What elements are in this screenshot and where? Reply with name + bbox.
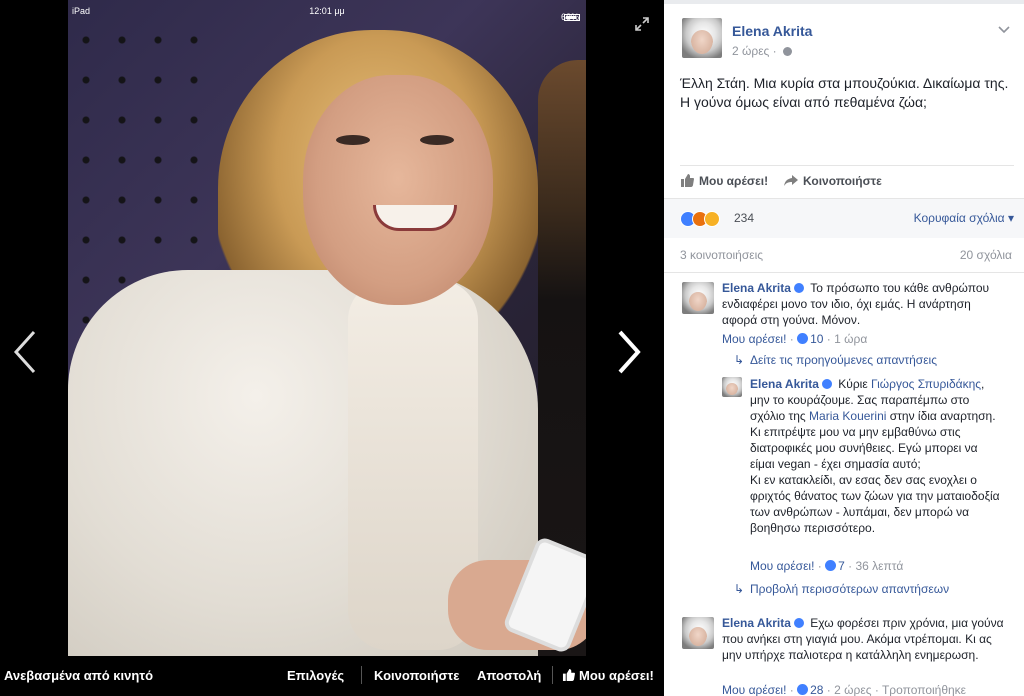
more-replies-label: Προβολή περισσότερων απαντήσεων	[750, 582, 950, 596]
verified-badge-icon	[821, 379, 832, 389]
divider	[552, 666, 553, 684]
comment-meta: Μου αρέσει! · 10 · 1 ώρα	[722, 332, 868, 346]
reply-time[interactable]: 36 λεπτά	[855, 559, 903, 573]
comment-sort-label: Κορυφαία σχόλια	[913, 211, 1005, 225]
ios-status-bar: iPad 12:01 μμ 68%	[68, 0, 586, 22]
divider	[361, 666, 362, 684]
comment-author[interactable]: Elena Akrita	[722, 281, 791, 295]
photo-viewer: iPad 12:01 μμ 68% Ανεβασμένα από κινητό …	[0, 0, 664, 696]
photo[interactable]	[68, 0, 586, 656]
reply-author[interactable]: Elena Akrita	[750, 377, 819, 391]
reactions-bar: 234 Κορυφαία σχόλια ▾	[664, 198, 1024, 238]
chevron-down-icon[interactable]	[998, 24, 1010, 36]
post-author[interactable]: Elena Akrita	[732, 23, 812, 39]
battery-icon	[564, 14, 580, 22]
divider	[664, 272, 1024, 273]
like-button[interactable]: Μου αρέσει!	[562, 668, 654, 683]
chevron-left-icon[interactable]	[10, 328, 40, 376]
mention-link[interactable]: Maria Kouerini	[809, 409, 886, 423]
comment-time[interactable]: 1 ώρα	[834, 332, 867, 346]
post-timestamp[interactable]: 2 ώρες ·	[732, 44, 793, 58]
panel-top-border	[664, 0, 1024, 4]
globe-icon	[783, 47, 793, 56]
comment-meta: Μου αρέσει! · 28 · 2 ώρες · Τροποποιήθηκ…	[722, 683, 967, 696]
send-button[interactable]: Αποστολή	[477, 668, 541, 683]
thumbs-up-icon	[825, 560, 837, 571]
ios-time: 12:01 μμ	[309, 6, 345, 16]
haha-reaction-icon[interactable]	[704, 211, 720, 227]
post-share-label: Κοινοποιήστε	[803, 174, 882, 188]
author-avatar[interactable]	[682, 18, 722, 58]
album-label[interactable]: Ανεβασμένα από κινητό	[4, 668, 153, 683]
comment-like-button[interactable]: Μου αρέσει!	[722, 683, 786, 696]
comment-avatar[interactable]	[682, 282, 714, 314]
thumbs-up-icon	[797, 333, 809, 344]
comment-like-count[interactable]: 28	[810, 683, 823, 696]
options-button[interactable]: Επιλογές	[287, 668, 344, 683]
post-share-button[interactable]: Κοινοποιήστε	[784, 174, 882, 188]
like-button-label: Μου αρέσει!	[579, 668, 654, 683]
reaction-count[interactable]: 234	[734, 211, 754, 225]
photo-eye-left	[336, 135, 370, 145]
expand-icon[interactable]	[634, 16, 650, 32]
reply-like-count[interactable]: 7	[838, 559, 845, 573]
divider	[680, 165, 1014, 166]
post-panel: Elena Akrita 2 ώρες · Έλλη Στάη. Μια κυρ…	[664, 0, 1024, 696]
thumbs-up-icon	[797, 684, 809, 695]
edited-label[interactable]: Τροποποιήθηκε	[882, 683, 966, 696]
reply-text: Κι εν κατακλείδι, αν εσας δεν σας ενοχλε…	[750, 473, 1000, 535]
photo-smile	[373, 205, 457, 231]
reply-prefix: Κύριε	[838, 377, 868, 391]
verified-badge-icon	[793, 283, 804, 293]
verified-badge-icon	[793, 618, 804, 628]
comment-sort-dropdown[interactable]: Κορυφαία σχόλια ▾	[914, 211, 1014, 225]
reply-meta: Μου αρέσει! · 7 · 36 λεπτά	[750, 559, 904, 573]
comment: Elena Akrita Το πρόσωπο του κάθε ανθρώπο…	[722, 280, 1007, 328]
post-text: Έλλη Στάη. Μια κυρία στα μπουζούκια. Δικ…	[680, 75, 1009, 110]
comment-count[interactable]: 20 σχόλια	[960, 248, 1012, 262]
photo-face	[303, 75, 493, 305]
comment: Elena Akrita Εχω φορέσει πριν χρόνια, μι…	[722, 615, 1007, 663]
reply: Elena Akrita Κύριε Γιώργος Σπυριδάκης, μ…	[750, 376, 1000, 536]
share-button[interactable]: Κοινοποιήστε	[374, 668, 459, 683]
post-like-button[interactable]: Μου αρέσει!	[680, 174, 768, 188]
more-replies-link[interactable]: ↳ Προβολή περισσότερων απαντήσεων	[734, 582, 949, 596]
comment-author[interactable]: Elena Akrita	[722, 616, 791, 630]
ios-battery: 68%	[561, 6, 580, 22]
reply-like-button[interactable]: Μου αρέσει!	[750, 559, 814, 573]
share-count[interactable]: 3 κοινοποιήσεις	[680, 248, 763, 262]
mention-link[interactable]: Γιώργος Σπυριδάκης	[871, 377, 981, 391]
reply-arrow-icon: ↳	[734, 582, 745, 596]
thumbs-up-icon	[681, 174, 694, 187]
previous-replies-link[interactable]: ↳ Δείτε τις προηγούμενες απαντήσεις	[734, 353, 937, 367]
comment-time[interactable]: 2 ώρες	[834, 683, 871, 696]
reply-arrow-icon: ↳	[734, 353, 745, 367]
comment-avatar[interactable]	[682, 617, 714, 649]
chevron-right-icon[interactable]	[614, 328, 644, 376]
photo-eye-right	[420, 135, 454, 145]
comment-like-button[interactable]: Μου αρέσει!	[722, 332, 786, 346]
thumbs-up-icon	[562, 669, 575, 681]
share-arrow-icon	[784, 175, 798, 186]
comment-like-count[interactable]: 10	[810, 332, 823, 346]
reply-avatar[interactable]	[722, 377, 742, 397]
previous-replies-label: Δείτε τις προηγούμενες απαντήσεις	[750, 353, 938, 367]
viewer-toolbar: Ανεβασμένα από κινητό Επιλογές Κοινοποιή…	[0, 656, 664, 696]
post-like-label: Μου αρέσει!	[699, 174, 769, 188]
post-time-label: 2 ώρες	[732, 44, 770, 58]
caret-down-icon: ▾	[1007, 211, 1014, 225]
